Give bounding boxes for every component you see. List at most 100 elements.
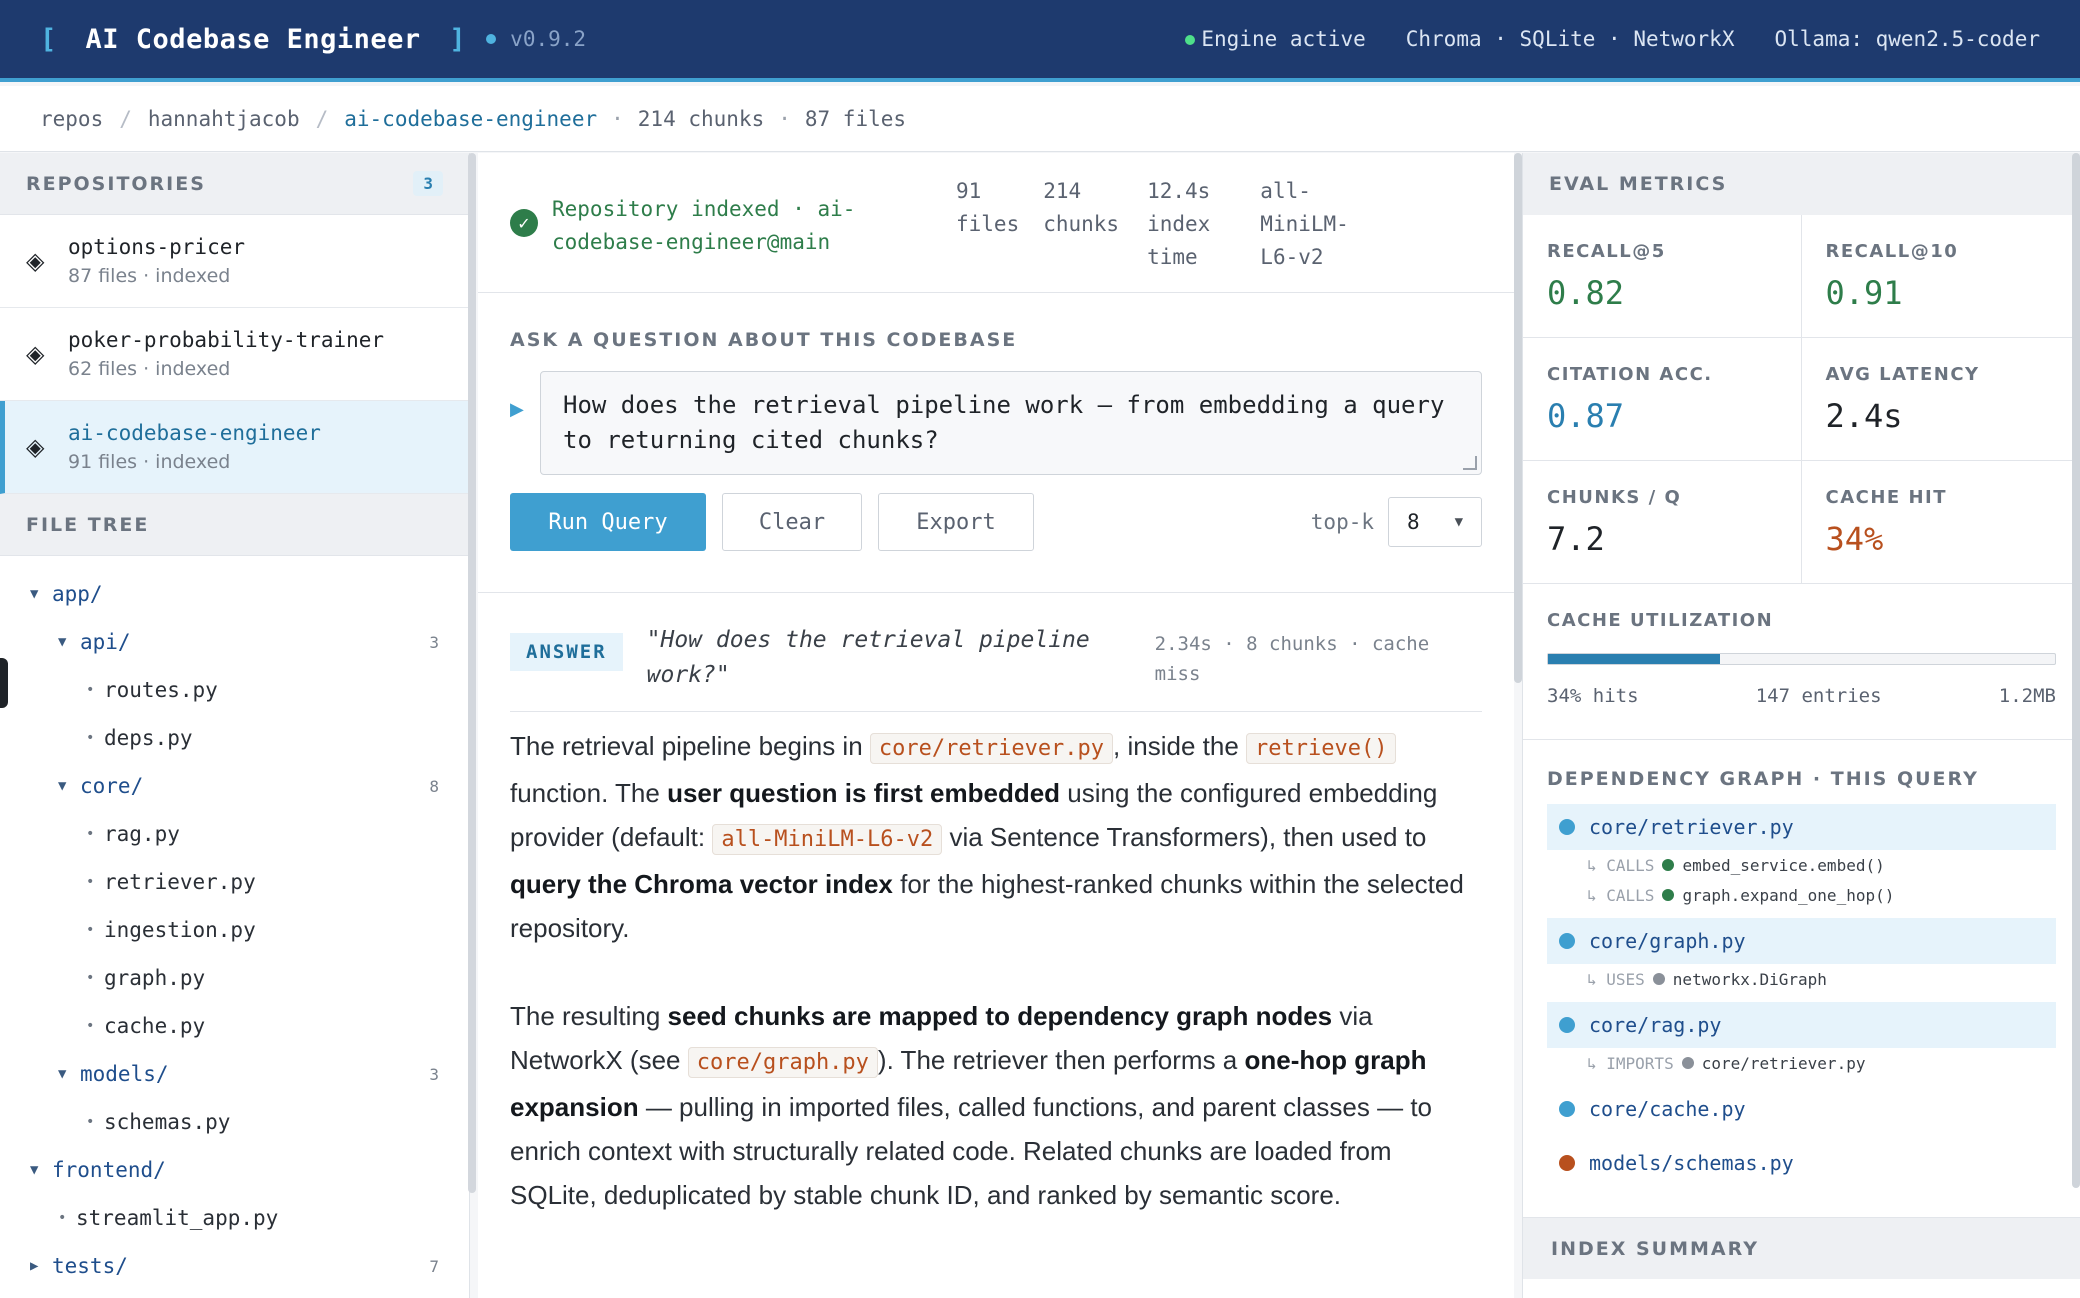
engine-status-text: Engine active: [1201, 27, 1366, 51]
repo-meta: 91 files · indexed: [68, 451, 231, 473]
caret-down-icon[interactable]: ▼: [58, 778, 80, 794]
tree-file[interactable]: • ingestion.py: [0, 906, 469, 954]
dependency-node[interactable]: core/rag.py: [1547, 1002, 2056, 1048]
file-name: retriever.py: [104, 870, 256, 894]
tree-folder[interactable]: ▼ app/: [0, 570, 469, 618]
folder-count: 8: [429, 776, 439, 796]
question-input[interactable]: How does the retrieval pipeline work — f…: [540, 371, 1482, 475]
metric-card: RECALL@10 0.91: [1801, 215, 2080, 338]
tree-folder[interactable]: ▼ core/8: [0, 762, 469, 810]
folder-count: 7: [429, 1256, 439, 1276]
topk-value: 8: [1407, 510, 1420, 534]
resize-grip-icon[interactable]: [1463, 456, 1477, 470]
dependency-node[interactable]: core/cache.py: [1547, 1086, 2056, 1132]
repository-list: ◈ options-pricer 87 files · indexed ◈ poker-…: [0, 215, 469, 494]
dependency-node-name: models/schemas.py: [1589, 1151, 1794, 1175]
tree-folder[interactable]: ▶ tests/7: [0, 1242, 469, 1290]
engine-status: Engine active: [1185, 27, 1366, 51]
tree-file[interactable]: • streamlit_app.py: [0, 1194, 469, 1242]
repo-name: ai-codebase-engineer: [68, 421, 321, 445]
topk-select[interactable]: 8 ▼: [1388, 497, 1482, 547]
repo-item[interactable]: ◈ ai-codebase-engineer 91 files · indexed: [0, 401, 469, 494]
tree-file[interactable]: • routes.py: [0, 666, 469, 714]
file-bullet-icon: •: [58, 1210, 67, 1226]
dependency-graph: DEPENDENCY GRAPH · THIS QUERY core/retri…: [1523, 740, 2080, 1186]
metric-label: CITATION ACC.: [1547, 364, 1713, 385]
metrics-panel: EVAL METRICS RECALL@5 0.82 RECALL@10 0.91 CI…: [1522, 153, 2080, 1298]
stat-model-text: L6-v2: [1260, 245, 1324, 269]
stat-embedding-model: all- MiniLM- L6-v2: [1260, 175, 1349, 274]
caret-down-icon[interactable]: ▼: [58, 1066, 80, 1082]
tree-folder[interactable]: ▼ models/3: [0, 1050, 469, 1098]
file-bullet-icon: •: [86, 1114, 95, 1130]
code-reference[interactable]: core/retriever.py: [869, 733, 1114, 764]
breadcrumb-repo[interactable]: ai-codebase-engineer: [344, 107, 597, 131]
code-reference[interactable]: core/graph.py: [687, 1047, 878, 1078]
sidebar-collapse-handle[interactable]: [0, 658, 8, 708]
breadcrumb-owner[interactable]: hannahtjacob: [148, 107, 300, 131]
metric-label: AVG LATENCY: [1825, 364, 1980, 385]
breadcrumb-root[interactable]: repos: [40, 107, 103, 131]
index-summary-header[interactable]: INDEX SUMMARY: [1523, 1217, 2080, 1279]
metric-card: AVG LATENCY 2.4s: [1801, 338, 2080, 461]
repo-meta: 87 files · indexed: [68, 265, 231, 287]
metrics-scrollbar[interactable]: [2072, 153, 2080, 1188]
answer-body: The retrieval pipeline begins in core/re…: [510, 724, 1482, 1217]
repositories-header: REPOSITORIES 3: [0, 153, 469, 215]
repo-info: ai-codebase-engineer 91 files · indexed: [68, 421, 321, 473]
sidebar-scrollbar[interactable]: [468, 153, 476, 1193]
file-tree-title: FILE TREE: [26, 513, 150, 536]
caret-down-icon[interactable]: ▼: [30, 586, 52, 602]
caret-down-icon[interactable]: ▼: [30, 1162, 52, 1178]
repo-item[interactable]: ◈ options-pricer 87 files · indexed: [0, 215, 469, 308]
eval-metrics-title: EVAL METRICS: [1549, 173, 1728, 195]
tree-file[interactable]: • schemas.py: [0, 1098, 469, 1146]
node-dot-icon: [1559, 1155, 1575, 1171]
run-query-button[interactable]: Run Query: [510, 493, 706, 551]
folder-count: 3: [429, 632, 439, 652]
dependency-node[interactable]: models/schemas.py: [1547, 1140, 2056, 1186]
repo-info: options-pricer 87 files · indexed: [68, 235, 245, 287]
dependency-node[interactable]: core/graph.py: [1547, 918, 2056, 964]
question-input-text: How does the retrieval pipeline work — f…: [563, 391, 1445, 454]
edge-target: embed_service.embed(): [1682, 855, 1885, 875]
tree-file[interactable]: • deps.py: [0, 714, 469, 762]
tree-file[interactable]: • rag.py: [0, 810, 469, 858]
caret-right-icon[interactable]: ▶: [30, 1258, 52, 1274]
export-button[interactable]: Export: [878, 493, 1034, 551]
cache-utilization: CACHE UTILIZATION 34% hits 147 entries 1…: [1523, 584, 2080, 740]
clear-button[interactable]: Clear: [722, 493, 862, 551]
answer-text: via Sentence Transformers), then used to: [942, 822, 1427, 852]
file-name: graph.py: [104, 966, 206, 990]
stat-chunks-label: chunks: [1043, 212, 1120, 236]
file-bullet-icon: •: [86, 682, 95, 698]
main-scrollbar[interactable]: [1514, 153, 1522, 683]
stat-index-time: 12.4s index time: [1147, 175, 1210, 274]
code-reference[interactable]: all-MiniLM-L6-v2: [712, 824, 943, 855]
tree-folder[interactable]: ▼ api/3: [0, 618, 469, 666]
code-reference[interactable]: retrieve(): [1246, 733, 1397, 764]
tree-file[interactable]: • retriever.py: [0, 858, 469, 906]
dependency-node-name: core/cache.py: [1589, 1097, 1746, 1121]
metric-card: RECALL@5 0.82: [1523, 215, 1802, 338]
dependency-node[interactable]: core/retriever.py: [1547, 804, 2056, 850]
caret-down-icon[interactable]: ▼: [58, 634, 80, 650]
diamond-icon: ◈: [26, 340, 45, 368]
answer-emphasis: seed chunks are mapped to dependency gra…: [667, 1001, 1333, 1031]
answer-emphasis: query the Chroma vector index: [510, 869, 893, 899]
cache-size: 1.2MB: [1998, 685, 2056, 707]
metric-label: CACHE HIT: [1825, 487, 1948, 508]
check-icon: ✓: [510, 209, 538, 237]
stat-files-label: files: [956, 212, 1020, 236]
tree-file[interactable]: • cache.py: [0, 1002, 469, 1050]
answer-emphasis: user question is first embedded: [667, 778, 1061, 808]
answer-meta: 2.34s · 8 chunks · cache miss: [1154, 633, 1430, 685]
tree-file[interactable]: • graph.py: [0, 954, 469, 1002]
main-panel: ✓ Repository indexed · ai-codebase-engin…: [478, 153, 1514, 1298]
repo-item[interactable]: ◈ poker-probability-trainer 62 files · ind…: [0, 308, 469, 401]
tree-folder[interactable]: ▼ frontend/: [0, 1146, 469, 1194]
node-dot-icon: [1559, 819, 1575, 835]
file-bullet-icon: •: [86, 874, 95, 890]
index-status-message: Repository indexed · ai-codebase-enginee…: [552, 197, 856, 254]
breadcrumb: repos / hannahtjacob / ai-codebase-engin…: [0, 86, 2080, 152]
